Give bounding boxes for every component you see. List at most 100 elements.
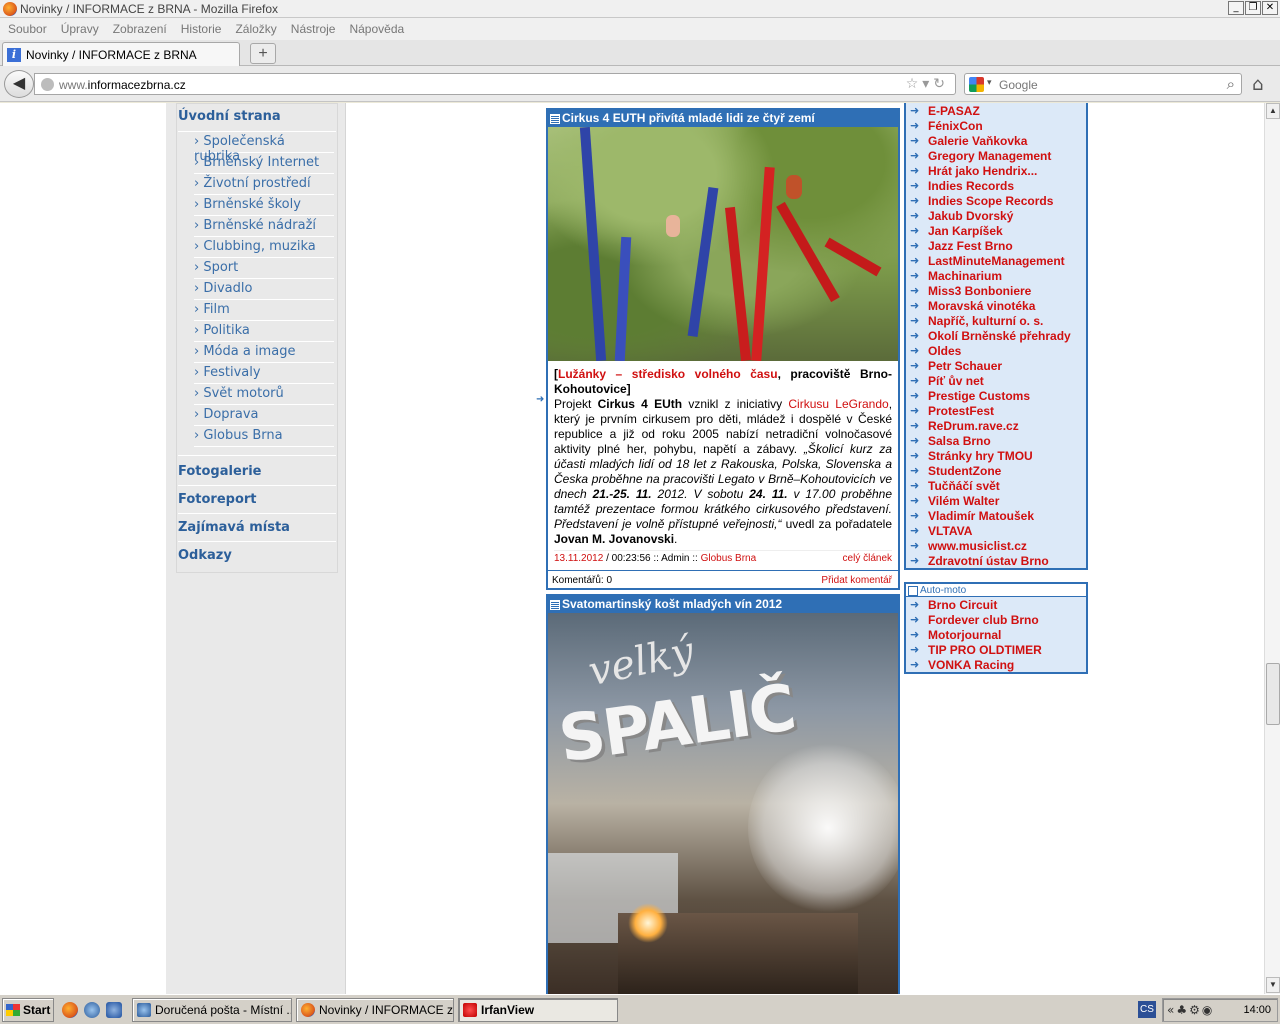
link-row[interactable]: ➜ Jakub Dvorský [906,208,1086,223]
link-row[interactable]: ➜ Brno Circuit [906,597,1086,612]
link-row[interactable]: ➜ Tučňáčí svět [906,478,1086,493]
tray-icons[interactable]: «♣⚙◉ [1167,1003,1214,1017]
link-row[interactable]: ➜ Hrát jako Hendrix... [906,163,1086,178]
ie-quicklaunch-icon[interactable] [106,1002,122,1018]
sidebar-item[interactable]: › Brněnské školy [194,195,334,216]
link-row[interactable]: ➜ Indies Scope Records [906,193,1086,208]
article-title[interactable]: Svatomartinský košt mladých vín 2012 [548,596,898,613]
link-row[interactable]: ➜ www.musiclist.cz [906,538,1086,553]
sidebar-item[interactable]: › Festivaly [194,363,334,384]
language-indicator[interactable]: CS [1138,1001,1156,1018]
sidebar-item[interactable]: › Divadlo [194,279,334,300]
google-engine-icon[interactable] [969,77,984,92]
link-row[interactable]: ➜ TIP PRO OLDTIMER [906,642,1086,657]
link-row[interactable]: ➜ Okolí Brněnské přehrady [906,328,1086,343]
close-button[interactable]: ✕ [1262,1,1278,15]
link-row[interactable]: ➜ Salsa Brno [906,433,1086,448]
menu-edit[interactable]: Úpravy [61,22,99,36]
link-row[interactable]: ➜ Prestige Customs [906,388,1086,403]
link-row[interactable]: ➜ Galerie Vaňkovka [906,133,1086,148]
link-row[interactable]: ➜ Oldes [906,343,1086,358]
link-row[interactable]: ➜ Vladimír Matoušek [906,508,1086,523]
sidebar-item[interactable]: › Doprava [194,405,334,426]
link-row[interactable]: ➜ ProtestFest [906,403,1086,418]
sidebar-item[interactable]: › Film [194,300,334,321]
maximize-button[interactable]: ❐ [1245,1,1261,15]
url-actions-icon[interactable]: ☆▾↻ [906,76,949,92]
article-photo-velky-spalicek[interactable]: SPALIČ velký [548,613,898,994]
article-photo-aerial-acrobats[interactable] [548,127,898,361]
link-row[interactable]: ➜ Fordever club Brno [906,612,1086,627]
sidebar-section-fotogalerie[interactable]: Fotogalerie [178,464,338,479]
link-row[interactable]: ➜ Napříč, kulturní o. s. [906,313,1086,328]
home-button[interactable]: ⌂ [1252,74,1263,95]
minimize-button[interactable]: _ [1228,1,1244,15]
search-icon[interactable]: ⌕ [1227,75,1235,93]
link-row[interactable]: ➜ Petr Schauer [906,358,1086,373]
link-row[interactable]: ➜ ReDrum.rave.cz [906,418,1086,433]
link-row[interactable]: ➜ Moravská vinotéka [906,298,1086,313]
link-row[interactable]: ➜ Indies Records [906,178,1086,193]
url-bar[interactable]: www.informacezbrna.cz ☆▾↻ [34,73,956,95]
sidebar-item[interactable]: › Clubbing, muzika [194,237,334,258]
link-row[interactable]: ➜ VLTAVA [906,523,1086,538]
cirkus-legrando-link[interactable]: Cirkusu LeGrando [788,397,888,411]
link-row[interactable]: ➜ Píť ův net [906,373,1086,388]
link-row[interactable]: ➜ E-PASAZ [906,103,1086,118]
scroll-up-button[interactable]: ▲ [1266,103,1280,119]
task-firefox[interactable]: Novinky / INFORMACE z ... [296,998,454,1022]
menu-history[interactable]: Historie [181,22,222,36]
search-bar[interactable]: ▾ Google ⌕ [964,73,1242,95]
tab-informace-z-brna[interactable]: i Novinky / INFORMACE z BRNA [2,42,240,66]
link-row[interactable]: ➜ Zdravotní ústav Brno [906,553,1086,568]
menu-bookmarks[interactable]: Záložky [235,22,276,36]
back-button[interactable]: ◀ [4,70,34,98]
category-link[interactable]: Globus Brna [701,553,757,564]
article-title[interactable]: Cirkus 4 EUTH přivítá mladé lidi ze čtyř… [548,110,898,127]
menu-help[interactable]: Nápověda [349,22,404,36]
link-row[interactable]: ➜ Jazz Fest Brno [906,238,1086,253]
sidebar-item[interactable]: › Sport [194,258,334,279]
sidebar-item[interactable]: › Společenská rubrika [194,132,334,164]
sidebar-item[interactable]: › Globus Brna [194,426,334,447]
page-scrollbar[interactable]: ▲ ▼ [1264,103,1280,994]
engine-dropdown-icon[interactable]: ▾ [987,77,992,88]
menu-tools[interactable]: Nástroje [291,22,336,36]
link-row[interactable]: ➜ Gregory Management [906,148,1086,163]
site-identity-icon[interactable] [41,78,54,91]
sidebar-item[interactable]: › Brněnské nádraží [194,216,334,237]
link-row[interactable]: ➜ FénixCon [906,118,1086,133]
sidebar-item[interactable]: › Móda a image [194,342,334,363]
link-row[interactable]: ➜ Vilém Walter [906,493,1086,508]
link-row[interactable]: ➜ Jan Karpíšek [906,223,1086,238]
start-button[interactable]: Start [2,998,54,1022]
scroll-thumb[interactable] [1266,663,1280,725]
sidebar-section-odkazy[interactable]: Odkazy [178,548,338,563]
menu-view[interactable]: Zobrazení [113,22,167,36]
full-article-link[interactable]: celý článek [843,551,892,566]
new-tab-button[interactable]: + [250,43,276,64]
sidebar-item[interactable]: › Brněnský Internet [194,153,334,174]
sidebar-home-link[interactable]: Úvodní strana [178,109,338,124]
link-row[interactable]: ➜ Motorjournal [906,627,1086,642]
add-comment-link[interactable]: Přidat komentář [821,575,892,586]
firefox-quicklaunch-icon[interactable] [62,1002,78,1018]
sidebar-section-fotoreport[interactable]: Fotoreport [178,492,338,507]
sidebar-section-zajimava-mista[interactable]: Zajímavá místa [178,520,338,535]
task-mail[interactable]: Doručená pošta - Místní ... [132,998,292,1022]
scroll-down-button[interactable]: ▼ [1266,977,1280,993]
link-row[interactable]: ➜ VONKA Racing [906,657,1086,672]
clock[interactable]: 14:00 [1243,1004,1271,1016]
sidebar-item[interactable]: › Politika [194,321,334,342]
link-row[interactable]: ➜ LastMinuteManagement [906,253,1086,268]
source-link[interactable]: Lužánky – středisko volného času [558,367,778,381]
task-irfanview[interactable]: IrfanView [458,998,618,1022]
link-row[interactable]: ➜ Stránky hry TMOU [906,448,1086,463]
sidebar-item[interactable]: › Svět motorů [194,384,334,405]
links-box-title[interactable]: Auto-moto [906,584,1086,597]
menu-file[interactable]: Soubor [8,22,47,36]
thunderbird-quicklaunch-icon[interactable] [84,1002,100,1018]
sidebar-item[interactable]: › Životní prostředí [194,174,334,195]
link-row[interactable]: ➜ Machinarium [906,268,1086,283]
link-row[interactable]: ➜ StudentZone [906,463,1086,478]
